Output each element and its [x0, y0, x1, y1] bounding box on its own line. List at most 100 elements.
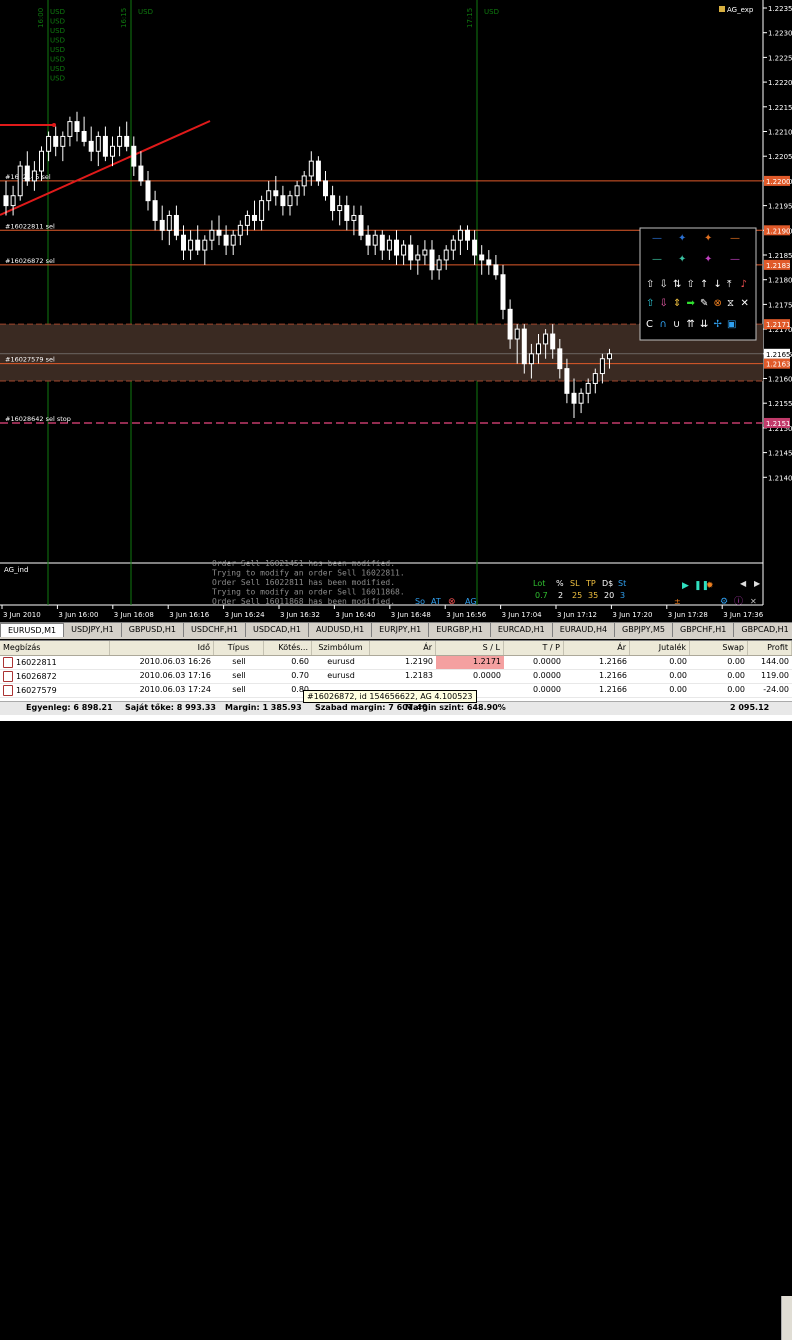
- candle-body: [394, 239, 399, 256]
- candle-body: [308, 160, 314, 177]
- order-row[interactable]: 16026872 2010.06.03 17:16 sell 0.70 eurusd 1.…: [0, 670, 792, 684]
- symbol-tab[interactable]: EURJPY,H1: [372, 623, 430, 637]
- column-header[interactable]: Megbízás: [0, 641, 110, 655]
- candle-body: [230, 234, 236, 246]
- candle-body: [145, 180, 151, 202]
- symbol-tab[interactable]: USDCHF,H1: [184, 623, 246, 637]
- stat-value: 25: [572, 591, 582, 600]
- drawing-tool-icon[interactable]: ♪: [741, 279, 747, 290]
- column-header[interactable]: Ár: [564, 641, 630, 655]
- drawing-tool-icon[interactable]: ▣: [727, 319, 736, 330]
- column-header[interactable]: Szimbólum: [312, 641, 370, 655]
- chart-canvas[interactable]: 1.2235 1.2230 1.2225 1.2220 1.2215 1.2210 1.22…: [0, 0, 792, 620]
- drawing-tool-icon[interactable]: ⇧: [646, 279, 654, 290]
- candle-body: [536, 343, 541, 355]
- candle-body: [607, 353, 612, 360]
- drawing-tool-icon[interactable]: —: [730, 233, 740, 244]
- log-line: Order Sell 16022811 has been modified.: [212, 578, 395, 587]
- log-line: Order Sell 16011868 has been modified.: [212, 597, 395, 606]
- symbol-tab[interactable]: GBPCAD,H1: [734, 623, 792, 637]
- column-header[interactable]: Profit: [748, 641, 792, 655]
- column-header[interactable]: Idő: [110, 641, 214, 655]
- symbol-tab[interactable]: USDCAD,H1: [246, 623, 309, 637]
- scroll-left-icon[interactable]: ◀: [740, 579, 747, 588]
- drawing-tool-icon[interactable]: ↑: [700, 279, 708, 290]
- candle-body: [273, 190, 279, 197]
- log-line: Order Sell 16021451 has been modified.: [212, 559, 395, 568]
- drawing-tool-icon[interactable]: ✎: [700, 298, 708, 309]
- drawing-tool-icon[interactable]: ⇩: [660, 279, 668, 290]
- symbol-tab[interactable]: EURAUD,H4: [553, 623, 616, 637]
- sun-icon[interactable]: ✹: [706, 581, 714, 591]
- drawing-tool-icon[interactable]: ✦: [704, 254, 712, 265]
- play-icon[interactable]: ▶: [682, 581, 689, 591]
- symbol-tab[interactable]: GBPUSD,H1: [122, 623, 185, 637]
- column-header[interactable]: T / P: [504, 641, 564, 655]
- drawing-tool-icon[interactable]: —: [730, 254, 740, 265]
- drawing-tool-icon[interactable]: ⊗: [714, 298, 722, 309]
- stat-value: 3: [620, 591, 625, 600]
- drawing-tool-icon[interactable]: ✦: [704, 233, 712, 244]
- symbol-tab[interactable]: GBPCHF,H1: [673, 623, 735, 637]
- column-header[interactable]: S / L: [436, 641, 504, 655]
- drawing-tool-icon[interactable]: ∪: [673, 319, 680, 330]
- candle-body: [3, 195, 9, 207]
- drawing-tool-icon[interactable]: ⇊: [700, 319, 708, 330]
- column-header[interactable]: Swap: [690, 641, 748, 655]
- column-header[interactable]: Jutalék: [630, 641, 690, 655]
- order-row[interactable]: 16022811 2010.06.03 16:26 sell 0.60 eurusd 1.…: [0, 656, 792, 670]
- cell-profit: 119.00: [761, 671, 789, 680]
- symbol-tab[interactable]: USDJPY,H1: [64, 623, 122, 637]
- drawing-tool-icon[interactable]: —: [652, 254, 662, 265]
- drawing-tool-icon[interactable]: ⇧: [646, 298, 654, 309]
- symbol-tab[interactable]: GBPJPY,M5: [615, 623, 673, 637]
- drawing-tool-icon[interactable]: ∩: [660, 319, 667, 330]
- price-chart[interactable]: 1.2235 1.2230 1.2225 1.2220 1.2215 1.2210 1.22…: [0, 0, 792, 620]
- drawing-tool-icon[interactable]: ⇈: [687, 319, 695, 330]
- close-icon[interactable]: ✕: [750, 597, 757, 606]
- drawing-tool-icon[interactable]: ✦: [678, 254, 686, 265]
- column-header[interactable]: Kötés...: [264, 641, 312, 655]
- drawing-tool-icon[interactable]: ⇅: [673, 279, 681, 290]
- time-tick-label: 3 Jun 17:12: [557, 611, 597, 619]
- symbol-tab[interactable]: EURUSD,M1: [0, 623, 65, 637]
- candle-body: [585, 382, 591, 394]
- indicator-button[interactable]: So: [415, 597, 425, 606]
- drawing-tool-icon[interactable]: ⧖: [727, 298, 734, 309]
- drawing-tool-icon[interactable]: ✢: [714, 319, 722, 330]
- gear-icon[interactable]: ⚙: [720, 597, 728, 607]
- cell-tp: 0.0000: [533, 671, 561, 680]
- drawing-tool-icon[interactable]: ⤒: [727, 279, 732, 290]
- stat-value: 0.7: [535, 591, 548, 600]
- ray-anchor[interactable]: [52, 123, 56, 127]
- price-tag-label: 1.2171: [766, 321, 791, 329]
- symbol-tab[interactable]: EURCAD,H1: [491, 623, 553, 637]
- scroll-right-icon[interactable]: ▶: [754, 579, 761, 588]
- column-header[interactable]: Ár: [370, 641, 436, 655]
- drawing-tool-icon[interactable]: ✕: [741, 298, 749, 309]
- drawing-tool-icon[interactable]: —: [652, 233, 662, 244]
- candle-body: [301, 175, 307, 187]
- price-tag-label: 1.2200: [766, 178, 791, 186]
- symbol-tab[interactable]: AUDUSD,H1: [309, 623, 373, 637]
- drawing-tool-icon[interactable]: C: [646, 319, 653, 330]
- cell-lots: 0.70: [291, 671, 309, 680]
- drawing-tool-icon[interactable]: ✦: [678, 233, 686, 244]
- info-icon[interactable]: ⓘ: [734, 596, 743, 607]
- symbol-tab[interactable]: EURGBP,H1: [429, 623, 491, 637]
- indicator-button[interactable]: AG: [465, 597, 477, 606]
- drawing-tool-icon[interactable]: ➡: [687, 298, 696, 309]
- drawing-tool-icon[interactable]: ⇩: [660, 298, 668, 309]
- indicator-button[interactable]: AT: [431, 597, 441, 606]
- drawing-tool-icon[interactable]: ↓: [714, 279, 722, 290]
- column-header[interactable]: Típus: [214, 641, 264, 655]
- usd-marker: USD: [138, 8, 153, 16]
- usd-marker: USD: [50, 56, 65, 64]
- close-circle-icon[interactable]: ⊗: [448, 597, 456, 607]
- terminal-scrollbar[interactable]: [781, 1296, 792, 1340]
- drawing-tool-icon[interactable]: ⇧: [687, 279, 695, 290]
- candle-body: [10, 195, 16, 207]
- drawing-tool-icon[interactable]: ⇕: [673, 298, 681, 309]
- candle-body: [53, 135, 59, 147]
- plus-minus-icon[interactable]: ±: [674, 597, 681, 606]
